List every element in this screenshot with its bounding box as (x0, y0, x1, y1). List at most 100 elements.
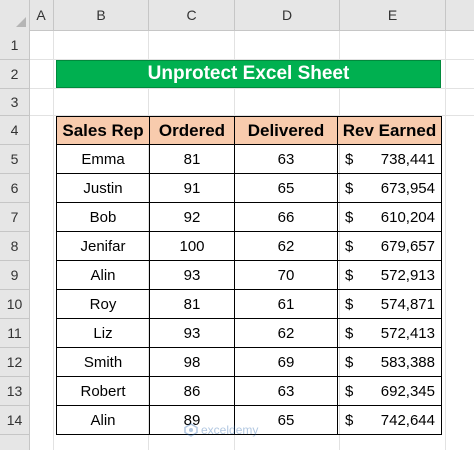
row-header[interactable]: 8 (0, 232, 29, 261)
table-row: Alin 93 70 $572,913 (56, 260, 442, 290)
cell-delivered[interactable]: 63 (234, 144, 338, 174)
header-sales-rep[interactable]: Sales Rep (56, 116, 150, 145)
header-ordered[interactable]: Ordered (149, 116, 235, 145)
cell-rev-earned[interactable]: $574,871 (337, 289, 442, 319)
rev-value: 583,388 (380, 353, 435, 371)
row-header[interactable]: 4 (0, 116, 29, 145)
exceldemy-logo-icon (184, 423, 198, 437)
rev-value: 738,441 (380, 150, 435, 168)
cell-sales-rep[interactable]: Roy (56, 289, 150, 319)
cell-sales-rep[interactable]: Smith (56, 347, 150, 377)
cell-rev-earned[interactable]: $572,413 (337, 318, 442, 348)
cell-sales-rep[interactable]: Emma (56, 144, 150, 174)
row-header[interactable]: 6 (0, 174, 29, 203)
rev-value: 679,657 (380, 237, 435, 255)
cell-ordered[interactable]: 91 (149, 173, 235, 203)
cell-rev-earned[interactable]: $692,345 (337, 376, 442, 406)
cell-sales-rep[interactable]: Liz (56, 318, 150, 348)
header-delivered[interactable]: Delivered (234, 116, 338, 145)
table-row: Liz 93 62 $572,413 (56, 318, 442, 348)
column-header-b[interactable]: B (54, 0, 149, 30)
currency-symbol: $ (345, 382, 354, 400)
cell-rev-earned[interactable]: $610,204 (337, 202, 442, 232)
row-header[interactable]: 11 (0, 319, 29, 348)
currency-symbol: $ (345, 353, 354, 371)
table-row: Smith 98 69 $583,388 (56, 347, 442, 377)
column-header-bar: A B C D E (0, 0, 474, 31)
table-row: Justin 91 65 $673,954 (56, 173, 442, 203)
currency-symbol: $ (345, 237, 354, 255)
table-row: Bob 92 66 $610,204 (56, 202, 442, 232)
cell-delivered[interactable]: 62 (234, 231, 338, 261)
cell-rev-earned[interactable]: $572,913 (337, 260, 442, 290)
table-row: Emma 81 63 $738,441 (56, 144, 442, 174)
sheet-title[interactable]: Unprotect Excel Sheet (56, 60, 441, 88)
rev-value: 572,913 (380, 266, 435, 284)
row-header[interactable]: 2 (0, 60, 29, 89)
row-header[interactable]: 13 (0, 377, 29, 406)
cell-sales-rep[interactable]: Robert (56, 376, 150, 406)
rev-value: 610,204 (380, 208, 435, 226)
rev-value: 673,954 (380, 179, 435, 197)
cell-ordered[interactable]: 93 (149, 318, 235, 348)
gridline (53, 30, 54, 450)
cell-delivered[interactable]: 70 (234, 260, 338, 290)
column-header-e[interactable]: E (340, 0, 446, 30)
watermark-text: exceldemy (201, 423, 259, 437)
cell-ordered[interactable]: 92 (149, 202, 235, 232)
cell-sales-rep[interactable]: Jenifar (56, 231, 150, 261)
table-row: Jenifar 100 62 $679,657 (56, 231, 442, 261)
currency-symbol: $ (345, 179, 354, 197)
sales-table: Sales Rep Ordered Delivered Rev Earned E… (56, 116, 442, 435)
column-header-a[interactable]: A (29, 0, 54, 30)
row-header[interactable]: 12 (0, 348, 29, 377)
cell-ordered[interactable]: 93 (149, 260, 235, 290)
gridline (30, 88, 474, 89)
rev-value: 692,345 (380, 382, 435, 400)
row-header[interactable]: 7 (0, 203, 29, 232)
cell-ordered[interactable]: 100 (149, 231, 235, 261)
row-header[interactable]: 10 (0, 290, 29, 319)
gridline (445, 30, 446, 450)
cell-ordered[interactable]: 86 (149, 376, 235, 406)
cell-delivered[interactable]: 65 (234, 173, 338, 203)
cell-sales-rep[interactable]: Bob (56, 202, 150, 232)
cell-delivered[interactable]: 66 (234, 202, 338, 232)
cell-ordered[interactable]: 98 (149, 347, 235, 377)
cell-sales-rep[interactable]: Alin (56, 260, 150, 290)
spreadsheet: A B C D E 1 2 3 4 5 6 7 8 9 10 11 12 13 … (0, 0, 474, 450)
table-row: Roy 81 61 $574,871 (56, 289, 442, 319)
column-header-c[interactable]: C (149, 0, 235, 30)
cell-delivered[interactable]: 69 (234, 347, 338, 377)
table-row: Robert 86 63 $692,345 (56, 376, 442, 406)
cell-rev-earned[interactable]: $673,954 (337, 173, 442, 203)
select-all-button[interactable] (0, 0, 30, 30)
row-header[interactable]: 9 (0, 261, 29, 290)
cell-delivered[interactable]: 62 (234, 318, 338, 348)
row-header-bar: 1 2 3 4 5 6 7 8 9 10 11 12 13 14 (0, 30, 30, 450)
cell-rev-earned[interactable]: $679,657 (337, 231, 442, 261)
row-header[interactable]: 5 (0, 145, 29, 174)
cell-sales-rep[interactable]: Justin (56, 173, 150, 203)
cell-rev-earned[interactable]: $583,388 (337, 347, 442, 377)
cell-sales-rep[interactable]: Alin (56, 405, 150, 435)
rev-value: 574,871 (380, 295, 435, 313)
currency-symbol: $ (345, 266, 354, 284)
currency-symbol: $ (345, 411, 354, 429)
rev-value: 742,644 (380, 411, 435, 429)
cell-delivered[interactable]: 61 (234, 289, 338, 319)
cell-rev-earned[interactable]: $738,441 (337, 144, 442, 174)
select-all-triangle-icon (16, 17, 26, 27)
currency-symbol: $ (345, 295, 354, 313)
row-header[interactable]: 3 (0, 89, 29, 116)
cell-ordered[interactable]: 81 (149, 144, 235, 174)
cell-rev-earned[interactable]: $742,644 (337, 405, 442, 435)
column-header-d[interactable]: D (235, 0, 340, 30)
rev-value: 572,413 (380, 324, 435, 342)
cell-ordered[interactable]: 81 (149, 289, 235, 319)
row-header[interactable]: 14 (0, 406, 29, 435)
header-rev-earned[interactable]: Rev Earned (337, 116, 442, 145)
table-header-row: Sales Rep Ordered Delivered Rev Earned (56, 116, 442, 145)
row-header[interactable]: 1 (0, 30, 29, 60)
cell-delivered[interactable]: 63 (234, 376, 338, 406)
